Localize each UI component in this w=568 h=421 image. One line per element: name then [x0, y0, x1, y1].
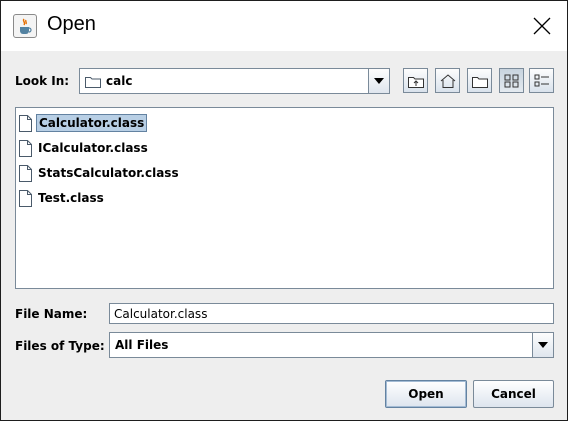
look-in-value: calc [106, 74, 133, 88]
file-list[interactable]: Calculator.class ICalculator.class Stats… [15, 107, 554, 289]
file-icon [19, 189, 32, 207]
file-item-calculator[interactable]: Calculator.class [19, 112, 148, 134]
list-view-button[interactable] [499, 68, 524, 93]
file-icon [19, 114, 32, 132]
files-of-type-combo[interactable]: All Files [109, 332, 554, 358]
open-dialog: Open Look In: calc Calculator.class ICal… [0, 0, 568, 421]
up-folder-icon [407, 76, 424, 88]
open-button[interactable]: Open [385, 380, 467, 408]
home-button[interactable] [435, 68, 460, 93]
file-name-input[interactable] [109, 303, 554, 324]
file-name-label: Test.class [38, 191, 104, 205]
cancel-button[interactable]: Cancel [473, 380, 554, 408]
file-icon [19, 164, 32, 182]
new-folder-button[interactable] [467, 68, 492, 93]
list-view-icon [504, 74, 518, 87]
files-of-type-value: All Files [115, 338, 169, 352]
look-in-combo[interactable]: calc [79, 68, 390, 94]
title-bar: Open [1, 1, 567, 51]
home-icon [440, 73, 455, 88]
file-item-statscalculator[interactable]: StatsCalculator.class [19, 162, 181, 184]
details-view-button[interactable] [529, 68, 554, 93]
file-name-label: File Name: [15, 307, 88, 321]
close-button[interactable] [525, 9, 559, 43]
look-in-label: Look In: [15, 74, 70, 88]
files-of-type-dropdown-button[interactable] [532, 333, 553, 357]
chevron-down-icon [374, 78, 384, 84]
files-of-type-label: Files of Type: [15, 339, 105, 353]
chevron-down-icon [538, 342, 548, 348]
details-view-icon [534, 74, 549, 86]
java-cup-icon [13, 14, 37, 38]
new-folder-icon [471, 76, 488, 88]
window-title: Open [47, 13, 96, 35]
file-name-label: StatsCalculator.class [38, 166, 179, 180]
file-icon [19, 139, 32, 157]
folder-icon [85, 75, 101, 91]
look-in-dropdown-button[interactable] [368, 69, 389, 93]
close-icon [533, 17, 551, 35]
file-item-test[interactable]: Test.class [19, 187, 106, 209]
file-name-label: ICalculator.class [38, 141, 148, 155]
up-one-level-button[interactable] [403, 68, 428, 93]
file-name-label: Calculator.class [36, 114, 148, 132]
file-item-icalculator[interactable]: ICalculator.class [19, 137, 150, 159]
